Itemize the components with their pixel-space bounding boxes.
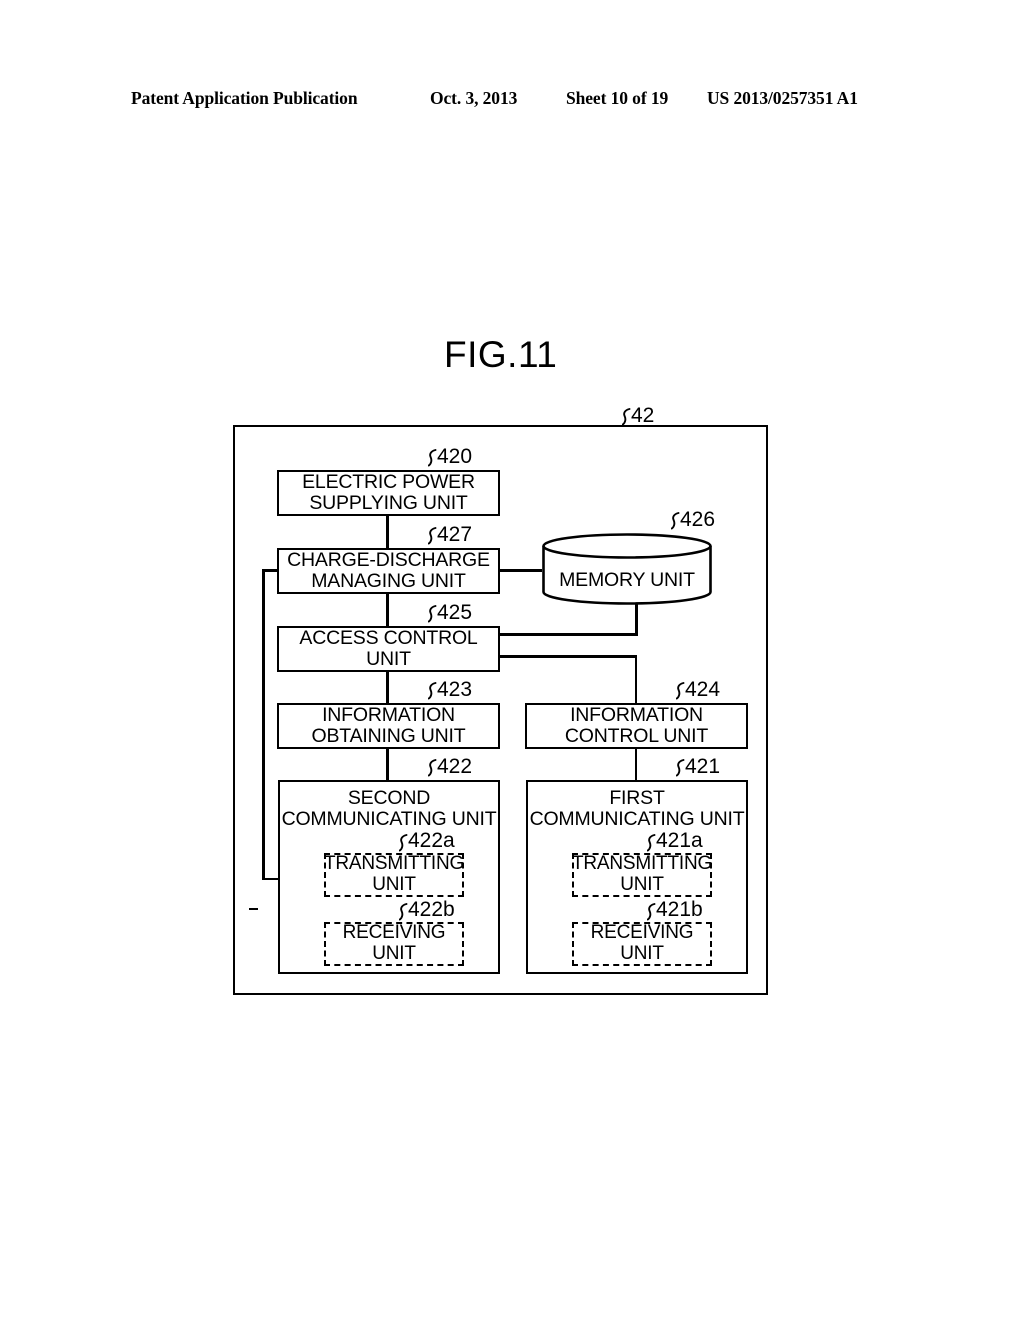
connector-access-to-infocontrol-h: [500, 655, 637, 658]
block-422a-line1: TRANSMITTING: [323, 853, 465, 875]
block-424-line2: CONTROL UNIT: [564, 725, 709, 747]
ref-callout-424: 424: [676, 678, 720, 702]
ref-number-421a: 421a: [656, 829, 703, 852]
ref-number-421: 421: [685, 755, 721, 778]
ref-callout-426: 426: [671, 508, 715, 532]
connector-infoobtain-to-second: [386, 748, 389, 780]
block-421b-line1: RECEIVING: [590, 922, 694, 944]
block-421a-line1: TRANSMITTING: [571, 853, 713, 875]
block-421-title: FIRST COMMUNICATING UNIT: [528, 787, 746, 831]
block-second-receiving-unit[interactable]: RECEIVING UNIT: [324, 922, 464, 966]
block-421-line1: FIRST: [609, 787, 665, 809]
block-421-line2: COMMUNICATING UNIT: [529, 808, 745, 831]
block-420-line2: SUPPLYING UNIT: [309, 492, 468, 514]
ref-number-42: 42: [631, 404, 655, 427]
connector-access-to-infoobtain: [386, 670, 389, 703]
ref-number-424: 424: [685, 678, 721, 701]
ref-callout-42: 42: [622, 404, 654, 428]
ref-number-422b: 422b: [408, 898, 455, 921]
block-422-line2: COMMUNICATING UNIT: [281, 808, 497, 831]
ref-number-425: 425: [437, 601, 473, 624]
block-first-receiving-unit[interactable]: RECEIVING UNIT: [572, 922, 712, 966]
leader-hook-icon: [428, 448, 437, 468]
ref-number-427: 427: [437, 523, 473, 546]
ref-callout-423: 423: [428, 678, 472, 702]
block-421b-line2: UNIT: [620, 943, 664, 964]
leader-hook-icon: [399, 833, 408, 853]
leader-hook-icon: [428, 526, 437, 546]
block-access-control-unit[interactable]: ACCESS CONTROL UNIT: [277, 626, 500, 672]
ref-callout-421: 421: [676, 755, 720, 779]
block-424-line1: INFORMATION: [570, 703, 703, 726]
ref-number-426: 426: [680, 508, 716, 531]
block-427-line1: CHARGE-DISCHARGE: [287, 548, 490, 571]
block-427-line2: MANAGING UNIT: [311, 570, 466, 592]
block-422-title: SECOND COMMUNICATING UNIT: [280, 787, 498, 831]
ref-callout-421b: 421b: [647, 898, 703, 922]
ref-callout-422: 422: [428, 755, 472, 779]
connector-memory-to-access: [500, 633, 638, 636]
block-422b-line1: RECEIVING: [342, 922, 446, 944]
ref-number-422: 422: [437, 755, 473, 778]
block-electric-power-supplying-unit[interactable]: ELECTRIC POWER SUPPLYING UNIT: [277, 470, 500, 516]
connector-left-rail-to-second: [262, 877, 278, 880]
ref-callout-422b: 422b: [399, 898, 455, 922]
block-information-obtaining-unit[interactable]: INFORMATION OBTAINING UNIT: [277, 703, 500, 749]
block-425-line1: ACCESS CONTROL: [299, 626, 478, 649]
leader-hook-icon: [676, 758, 685, 778]
block-second-communicating-unit[interactable]: SECOND COMMUNICATING UNIT 422a TRANSMITT…: [278, 780, 500, 974]
connector-power-to-charge: [386, 515, 389, 548]
leader-hook-icon: [671, 511, 680, 531]
leader-hook-icon: [428, 758, 437, 778]
leader-hook-icon: [647, 833, 656, 853]
block-420-line1: ELECTRIC POWER: [302, 470, 475, 493]
block-first-transmitting-unit[interactable]: TRANSMITTING UNIT: [572, 853, 712, 897]
ref-callout-422a: 422a: [399, 829, 455, 853]
block-memory-unit[interactable]: MEMORY UNIT: [541, 532, 713, 606]
connector-infocontrol-to-first: [634, 748, 637, 780]
leader-hook-icon: [676, 681, 685, 701]
connector-left-rail-vertical: [262, 569, 265, 880]
block-second-transmitting-unit[interactable]: TRANSMITTING UNIT: [324, 853, 464, 897]
block-425-line2: UNIT: [366, 648, 411, 670]
ref-number-422a: 422a: [408, 829, 455, 852]
ref-number-421b: 421b: [656, 898, 703, 921]
leader-hook-icon: [428, 604, 437, 624]
block-first-communicating-unit[interactable]: FIRST COMMUNICATING UNIT 421a TRANSMITTI…: [526, 780, 748, 974]
block-422b-line2: UNIT: [372, 943, 416, 964]
block-423-line1: INFORMATION: [322, 703, 455, 726]
leader-hook-icon: [428, 681, 437, 701]
leader-hook-icon: [622, 407, 631, 427]
block-charge-discharge-managing-unit[interactable]: CHARGE-DISCHARGE MANAGING UNIT: [277, 548, 500, 594]
block-421a-line2: UNIT: [620, 874, 664, 895]
connector-memory-down: [635, 604, 638, 635]
figure-diagram: 420 ELECTRIC POWER SUPPLYING UNIT 427 CH…: [0, 0, 1024, 1320]
connector-charge-to-memory: [500, 569, 542, 572]
block-information-control-unit[interactable]: INFORMATION CONTROL UNIT: [525, 703, 748, 749]
block-422-line1: SECOND: [347, 787, 431, 809]
scan-artifact-dash: [249, 908, 258, 910]
ref-number-420: 420: [437, 445, 473, 468]
leader-hook-icon: [647, 902, 656, 922]
block-426-label: MEMORY UNIT: [559, 569, 695, 591]
ref-callout-427: 427: [428, 523, 472, 547]
leader-hook-icon: [399, 902, 408, 922]
block-423-line2: OBTAINING UNIT: [311, 725, 466, 747]
connector-access-to-infocontrol-v: [634, 655, 637, 703]
ref-callout-425: 425: [428, 601, 472, 625]
ref-number-423: 423: [437, 678, 473, 701]
block-422a-line2: UNIT: [372, 874, 416, 895]
ref-callout-420: 420: [428, 445, 472, 469]
connector-charge-to-access: [386, 593, 389, 626]
ref-callout-421a: 421a: [647, 829, 703, 853]
